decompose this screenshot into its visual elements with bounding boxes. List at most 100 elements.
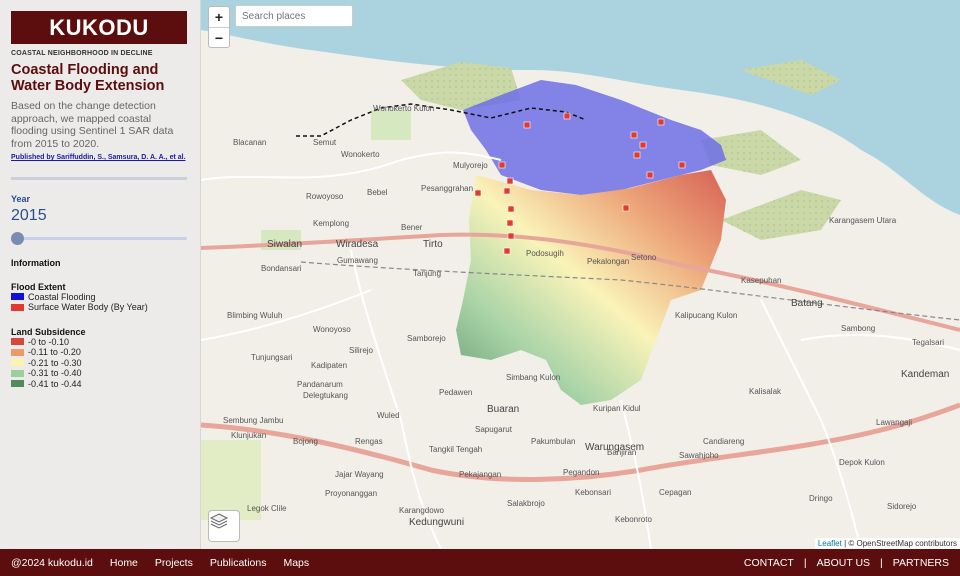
place-label: Jajar Wayang	[335, 470, 384, 479]
slider-thumb[interactable]	[11, 231, 24, 245]
divider	[11, 176, 187, 180]
footer-link-about[interactable]: ABOUT US	[817, 557, 870, 569]
legend-item: -0.31 to -0.40	[11, 368, 189, 379]
description: Based on the change detection approach, …	[11, 100, 174, 150]
place-label: Bener	[401, 223, 423, 232]
place-label: Mulyorejo	[453, 161, 488, 170]
layers-button[interactable]	[208, 510, 240, 542]
footer-link-partners[interactable]: PARTNERS	[893, 557, 949, 569]
legend-swatch	[11, 369, 24, 377]
footer-link-home[interactable]: Home	[110, 557, 138, 569]
year-slider[interactable]	[11, 231, 187, 246]
place-label: Klunjukan	[231, 431, 267, 440]
legend-swatch	[11, 348, 24, 356]
footer-link-contact[interactable]: CONTACT	[744, 557, 794, 569]
place-label: Kalipucang Kulon	[675, 311, 738, 320]
legend-swatch	[11, 338, 24, 346]
place-label: Tunjungsari	[251, 353, 293, 362]
place-label: Pandanarum	[297, 380, 343, 389]
place-label: Batang	[791, 298, 823, 309]
water-body-marker	[474, 189, 482, 197]
place-label: Wonokerto Kulon	[373, 104, 435, 113]
park-area	[371, 110, 411, 140]
year-value: 2015	[11, 206, 47, 224]
attribution-text: | © OpenStreetMap contributors	[844, 539, 957, 548]
brand-logo[interactable]: KUKODU	[11, 11, 187, 44]
place-label: Blimbing Wuluh	[227, 311, 283, 320]
water-body-marker	[507, 205, 515, 213]
zoom-control: + −	[208, 6, 230, 48]
place-label: Gumawang	[337, 256, 378, 265]
water-body-marker	[503, 187, 511, 195]
land-subsidence-heading: Land Subsidence	[11, 326, 86, 337]
sidebar: KUKODU COASTAL NEIGHBORHOOD IN DECLINE C…	[0, 0, 201, 549]
water-body-marker	[646, 171, 654, 179]
legend-item: -0.41 to -0.44	[11, 379, 189, 390]
search-input[interactable]	[235, 5, 353, 27]
footer: @2024 kukodu.id Home Projects Publicatio…	[0, 549, 960, 576]
place-label: Lawangaji	[876, 418, 913, 427]
publication-link[interactable]: Published by Sariffuddin, S., Samsura, D…	[11, 154, 189, 163]
legend-label: Coastal Flooding	[28, 291, 96, 302]
map-canvas[interactable]: Wonokerto Kulon Semut Blacanan Wonokerto…	[201, 0, 960, 549]
zoom-out-button[interactable]: −	[209, 27, 229, 47]
footer-link-maps[interactable]: Maps	[283, 557, 309, 569]
place-label: Delegtukang	[303, 391, 348, 400]
zoom-in-button[interactable]: +	[209, 7, 229, 27]
place-label: Bojong	[293, 437, 318, 446]
water-body-marker	[657, 118, 665, 126]
map-attribution: Leaflet | © OpenStreetMap contributors	[814, 538, 960, 549]
footer-link-projects[interactable]: Projects	[155, 557, 193, 569]
water-body-marker	[498, 161, 506, 169]
legend-item: Coastal Flooding	[11, 292, 189, 303]
water-body-marker	[563, 112, 571, 120]
place-label: Kandeman	[901, 369, 950, 380]
water-body-marker	[506, 177, 514, 185]
place-label: Wonoyoso	[313, 325, 351, 334]
year-label: Year	[11, 193, 31, 204]
place-label: Wiradesa	[336, 239, 379, 250]
water-body-marker	[639, 141, 647, 149]
slider-track[interactable]	[11, 236, 187, 240]
legend-label: -0.21 to -0.30	[28, 357, 82, 368]
place-label: Pakumbulan	[531, 437, 576, 446]
footer-copyright: @2024 kukodu.id	[11, 556, 93, 569]
information-heading: Information	[11, 257, 61, 268]
place-label: Sawahjoho	[679, 451, 719, 460]
page-title: Coastal Flooding and Water Body Extensio…	[11, 62, 165, 94]
place-label: Siwalan	[267, 239, 303, 250]
place-label: Kadipaten	[311, 361, 348, 370]
place-label: Proyonanggan	[325, 489, 378, 498]
place-label: Blacanan	[233, 138, 267, 147]
place-label: Dringo	[809, 494, 833, 503]
place-label: Depok Kulon	[839, 458, 885, 467]
place-label: Pedawen	[439, 388, 473, 397]
place-label: Banjiran	[607, 448, 637, 457]
water-body-marker	[678, 161, 686, 169]
legend-swatch	[11, 380, 24, 388]
place-label: Samborejo	[407, 334, 446, 343]
water-body-marker	[622, 204, 630, 212]
road-secondary	[350, 249, 442, 549]
place-label: Wonokerto	[341, 150, 380, 159]
place-label: Bondansari	[261, 264, 302, 273]
land-subsidence-legend: Land Subsidence -0 to -0.10 -0.11 to -0.…	[11, 327, 189, 390]
footer-link-publications[interactable]: Publications	[210, 557, 267, 569]
place-label: Tangkil Tengah	[429, 445, 483, 454]
leaflet-link[interactable]: Leaflet	[818, 539, 842, 548]
water-body-marker	[630, 131, 638, 139]
place-label: Sambong	[841, 324, 876, 333]
kicker-text: COASTAL NEIGHBORHOOD IN DECLINE	[11, 50, 153, 57]
place-label: Buaran	[487, 404, 520, 415]
place-label: Bebel	[367, 188, 388, 197]
legend-item: -0.21 to -0.30	[11, 358, 189, 369]
water-body-marker	[506, 219, 514, 227]
place-label: Karangdowo	[399, 506, 444, 515]
legend-swatch	[11, 303, 24, 311]
place-label: Silirejo	[349, 346, 374, 355]
footer-separator: |	[803, 556, 807, 569]
place-label: Tirto	[423, 239, 443, 250]
place-label: Setono	[631, 253, 657, 262]
layers-icon	[209, 513, 229, 529]
legend-label: Surface Water Body (By Year)	[28, 302, 148, 313]
